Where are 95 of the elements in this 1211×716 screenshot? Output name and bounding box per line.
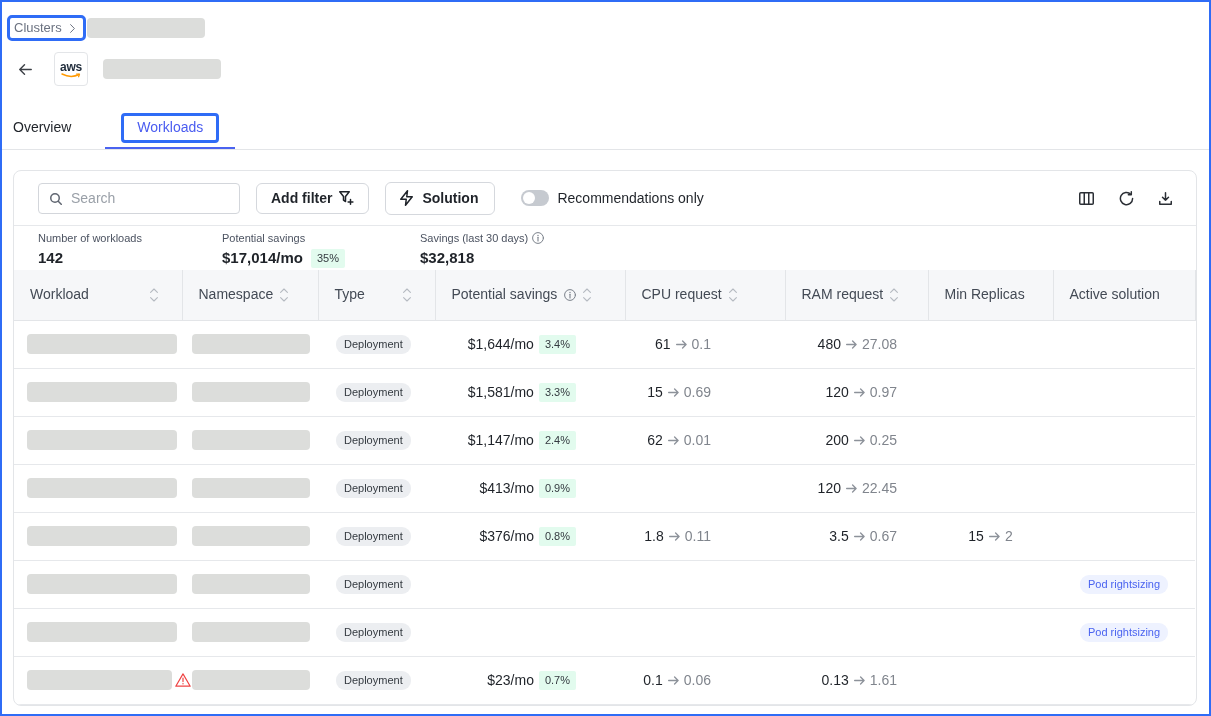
stat-value: 142 [38,248,64,268]
current-value: 0.13 [821,670,849,690]
percent-badge: 0.8% [538,526,576,546]
solution-button[interactable]: Solution [385,181,496,215]
current-value: 120 [825,382,849,402]
column-header: CPU request [641,285,722,305]
recommended-value: 22.45 [861,478,897,498]
stat-value: $32,818 [420,248,475,268]
current-value: 15 [647,382,663,402]
stat-label: Savings (last 30 days) [420,231,529,245]
recommended-value: 0.06 [683,670,711,690]
arrow-right-icon [667,387,679,397]
sort-icon[interactable] [583,287,592,302]
percent-badge: 0.9% [538,478,576,498]
recommended-value: 0.97 [869,382,897,402]
current-value: 15 [968,526,984,546]
sort-icon[interactable] [728,287,737,302]
recommended-value: 0.25 [869,430,897,450]
current-value: 120 [817,478,841,498]
savings-amount: $1,644/mo [467,334,534,354]
chevron-right-icon [69,23,75,33]
arrow-right-icon [988,531,1000,541]
solution-tag: Pod rightsizing [1079,574,1169,594]
breadcrumb-link[interactable]: Clusters [7,15,86,41]
type-tag: Deployment [336,430,411,450]
arrow-right-icon [853,387,865,397]
recommended-value: 1.61 [869,670,897,690]
solution-tag: Pod rightsizing [1079,622,1169,642]
refresh-icon[interactable] [1119,190,1134,206]
type-tag: Deployment [336,670,411,690]
column-header: Potential savings [451,285,558,305]
arrow-right-icon [853,435,865,445]
sort-icon[interactable] [149,287,158,302]
arrow-right-icon [667,435,679,445]
recommended-value: 27.08 [861,334,897,354]
current-value: 200 [825,430,849,450]
current-value: 480 [817,334,841,354]
percent-badge: 2.4% [538,430,576,450]
percent-badge: 35% [310,248,345,268]
column-header: Min Replicas [944,285,1025,305]
type-tag: Deployment [336,382,411,402]
percent-badge: 3.3% [538,382,576,402]
savings-amount: $376/mo [479,526,534,546]
stat-label: Number of workloads [38,231,142,245]
toggle-label: Recommendations only [557,188,704,208]
recommended-value: 0.67 [869,526,897,546]
type-tag: Deployment [336,622,411,642]
column-header: Namespace [198,285,274,305]
stat-value: $17,014/mo [222,248,303,268]
sort-icon[interactable] [402,287,411,302]
arrow-right-icon [845,483,857,493]
current-value: 61 [654,334,671,354]
search-icon [50,192,62,205]
add-filter-button[interactable]: Add filter [256,182,370,214]
savings-amount: $1,581/mo [467,382,534,402]
type-tag: Deployment [336,334,411,354]
percent-badge: 0.7% [538,670,576,690]
stat-label: Potential savings [222,231,306,245]
arrow-right-icon [675,339,687,349]
download-icon[interactable] [1159,191,1172,205]
type-tag: Deployment [336,478,411,498]
recommended-value: 0.1 [691,334,711,354]
percent-badge: 3.4% [538,334,576,354]
recommended-value: 0.01 [683,430,711,450]
current-value: 1.8 [644,526,664,546]
provider-logo: aws [54,52,88,86]
column-header: RAM request [801,285,884,305]
back-arrow-icon[interactable] [19,63,32,75]
current-value: 3.5 [829,526,849,546]
current-value: 0.1 [643,670,663,690]
arrow-right-icon [853,675,865,685]
toggle-switch[interactable] [521,190,550,206]
filter-plus-icon [339,191,355,205]
sort-icon[interactable] [280,287,289,302]
column-header: Active solution [1069,285,1160,305]
type-tag: Deployment [336,574,411,594]
savings-amount: $413/mo [479,478,534,498]
tab[interactable]: Overview [2,108,106,149]
recommended-value: 0.11 [684,526,711,546]
column-header: Type [334,285,365,305]
search-field[interactable]: Search [38,182,240,214]
arrow-right-icon [668,531,680,541]
recommended-value: 2 [1004,526,1013,546]
current-value: 62 [647,430,663,450]
type-tag: Deployment [336,526,411,546]
sort-icon[interactable] [890,287,899,302]
lightning-icon [400,190,414,206]
recommended-value: 0.69 [683,382,711,402]
arrow-right-icon [667,675,679,685]
arrow-right-icon [845,339,857,349]
savings-amount: $23/mo [487,670,534,690]
columns-icon[interactable] [1079,191,1094,205]
savings-amount: $1,147/mo [467,430,534,450]
arrow-right-icon [853,531,865,541]
column-header: Workload [30,285,89,305]
